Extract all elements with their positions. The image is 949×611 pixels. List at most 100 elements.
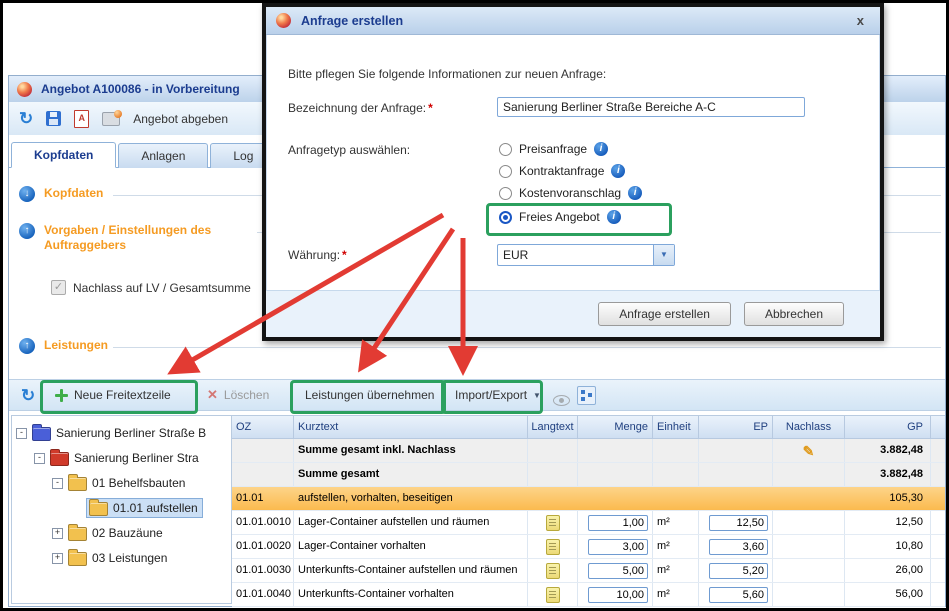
menge-input[interactable]: [588, 587, 648, 603]
table-row-0030[interactable]: 01.01.0030 Unterkunfts-Container aufstel…: [232, 559, 945, 583]
radio-icon[interactable]: [499, 143, 512, 156]
tree-item-bauzaeune[interactable]: + 02 Bauzäune: [52, 523, 163, 543]
radio-kontraktanfrage[interactable]: Kontraktanfrage i: [499, 161, 625, 181]
create-anfrage-button[interactable]: Anfrage erstellen: [598, 302, 731, 326]
table-row-0040[interactable]: 01.01.0040 Unterkunfts-Container vorhalt…: [232, 583, 945, 607]
menge-input[interactable]: [588, 563, 648, 579]
radio-icon[interactable]: [499, 165, 512, 178]
folder-icon: [68, 552, 87, 566]
row-einheit: m²: [653, 583, 699, 606]
positions-grid: OZ Kurztext Langtext Menge Einheit EP Na…: [232, 415, 945, 604]
info-icon[interactable]: i: [611, 164, 625, 178]
tree-item-aufstellen-selected[interactable]: 01.01 aufstellen: [86, 498, 203, 518]
ep-input[interactable]: [709, 587, 768, 603]
langtext-note-icon[interactable]: [546, 539, 560, 555]
tree-expander[interactable]: +: [52, 528, 63, 539]
expand-icon[interactable]: [19, 338, 35, 354]
new-freetext-button[interactable]: Neue Freitextzeile: [55, 383, 171, 407]
row-einheit: m²: [653, 559, 699, 582]
section-kopfdaten-label: Kopfdaten: [44, 186, 103, 201]
info-icon[interactable]: i: [594, 142, 608, 156]
tree-item-label: 01 Behelfsbauten: [92, 476, 185, 490]
tab-kopfdaten[interactable]: Kopfdaten: [11, 142, 116, 168]
tree-view-toggle-icon[interactable]: [577, 383, 596, 407]
anfrage-erstellen-dialog: Anfrage erstellen x Bitte pflegen Sie fo…: [262, 3, 884, 341]
row-gp: 3.882,48: [845, 463, 931, 486]
col-header-gp: GP: [845, 416, 931, 438]
radio-preisanfrage[interactable]: Preisanfrage i: [499, 139, 608, 159]
lv-tree-panel: - Sanierung Berliner Straße B - Sanierun…: [11, 415, 232, 604]
tree-item-lv[interactable]: - Sanierung Berliner Stra: [34, 448, 199, 468]
menge-input[interactable]: [588, 539, 648, 555]
ep-input[interactable]: [709, 515, 768, 531]
pdf-export-icon[interactable]: [74, 110, 89, 128]
import-export-dropdown[interactable]: Import/Export ▼: [455, 383, 541, 407]
submit-offer-button[interactable]: Angebot abgeben: [133, 112, 228, 126]
expand-icon[interactable]: [19, 223, 35, 239]
required-mark: *: [428, 101, 433, 115]
delete-icon: ✕: [207, 387, 218, 403]
section-kopfdaten[interactable]: Kopfdaten: [19, 186, 103, 202]
row-kurztext: Lager-Container aufstellen und räumen: [294, 511, 528, 534]
dialog-body: Bitte pflegen Sie folgende Informationen…: [266, 35, 880, 291]
ep-input[interactable]: [709, 563, 768, 579]
section-leistungen[interactable]: Leistungen: [19, 338, 108, 354]
currency-select[interactable]: EUR ▼: [497, 244, 675, 266]
table-row-group-0101[interactable]: 01.01 aufstellen, vorhalten, beseitigen …: [232, 487, 945, 511]
radio-icon[interactable]: [499, 187, 512, 200]
tree-expander[interactable]: +: [52, 553, 63, 564]
col-header-menge: Menge: [578, 416, 653, 438]
tree-item-project[interactable]: - Sanierung Berliner Straße B: [16, 423, 206, 443]
screenshot-root: Angebot A100086 - in Vorbereitung ↻ Ange…: [0, 0, 949, 611]
tree-item-leistungen[interactable]: + 03 Leistungen: [52, 548, 167, 568]
langtext-note-icon[interactable]: [546, 563, 560, 579]
col-header-einheit: Einheit: [653, 416, 699, 438]
tree-item-label: 03 Leistungen: [92, 551, 167, 565]
dialog-titlebar[interactable]: Anfrage erstellen x: [266, 7, 880, 35]
save-icon[interactable]: [46, 111, 61, 126]
cancel-button[interactable]: Abbrechen: [744, 302, 844, 326]
currency-label: Währung:*: [288, 248, 347, 262]
edit-nachlass-icon[interactable]: ✎: [803, 444, 815, 458]
tree-expander[interactable]: -: [34, 453, 45, 464]
row-oz: 01.01.0030: [232, 559, 294, 582]
anfrage-name-input[interactable]: [497, 97, 805, 117]
refresh-list-icon[interactable]: ↻: [21, 383, 35, 407]
radio-kostenvoranschlag[interactable]: Kostenvoranschlag i: [499, 183, 642, 203]
collapse-icon[interactable]: [19, 186, 35, 202]
menge-input[interactable]: [588, 515, 648, 531]
tree-expander[interactable]: -: [16, 428, 27, 439]
row-einheit: m²: [653, 511, 699, 534]
tab-anlagen[interactable]: Anlagen: [118, 143, 208, 168]
submit-offer-icon[interactable]: [102, 112, 120, 126]
info-icon[interactable]: i: [628, 186, 642, 200]
table-row-summe-inkl-nachlass[interactable]: Summe gesamt inkl. Nachlass ✎ 3.882,48: [232, 439, 945, 463]
delete-button[interactable]: ✕ Löschen: [207, 383, 269, 407]
dialog-icon: [276, 13, 291, 28]
visibility-icon[interactable]: [553, 388, 570, 412]
row-oz: 01.01: [232, 487, 294, 510]
row-oz: 01.01.0040: [232, 583, 294, 606]
langtext-note-icon[interactable]: [546, 515, 560, 531]
section-vorgaben[interactable]: Vorgaben / Einstellungen des Auftraggebe…: [19, 223, 249, 253]
table-row-0010[interactable]: 01.01.0010 Lager-Container aufstellen un…: [232, 511, 945, 535]
tree-item-behelfsbauten[interactable]: - 01 Behelfsbauten: [52, 473, 185, 493]
chevron-down-icon[interactable]: ▼: [653, 245, 674, 265]
app-icon: [17, 82, 32, 97]
info-icon[interactable]: i: [607, 210, 621, 224]
close-icon[interactable]: x: [851, 12, 870, 30]
row-kurztext: Unterkunfts-Container aufstellen und räu…: [294, 559, 528, 582]
nachlass-checkbox[interactable]: [51, 280, 66, 295]
take-over-services-button[interactable]: Leistungen übernehmen: [305, 383, 434, 407]
table-row-summe-gesamt[interactable]: Summe gesamt 3.882,48: [232, 463, 945, 487]
ep-input[interactable]: [709, 539, 768, 555]
col-header-oz: OZ: [232, 416, 294, 438]
refresh-icon[interactable]: ↻: [19, 110, 33, 127]
radio-freies-angebot[interactable]: Freies Angebot i: [499, 207, 621, 227]
grid-header: OZ Kurztext Langtext Menge Einheit EP Na…: [232, 416, 945, 439]
table-row-0020[interactable]: 01.01.0020 Lager-Container vorhalten m² …: [232, 535, 945, 559]
tree-expander[interactable]: -: [52, 478, 63, 489]
langtext-note-icon[interactable]: [546, 587, 560, 603]
radio-icon-selected[interactable]: [499, 211, 512, 224]
radio-label: Freies Angebot: [519, 210, 600, 224]
